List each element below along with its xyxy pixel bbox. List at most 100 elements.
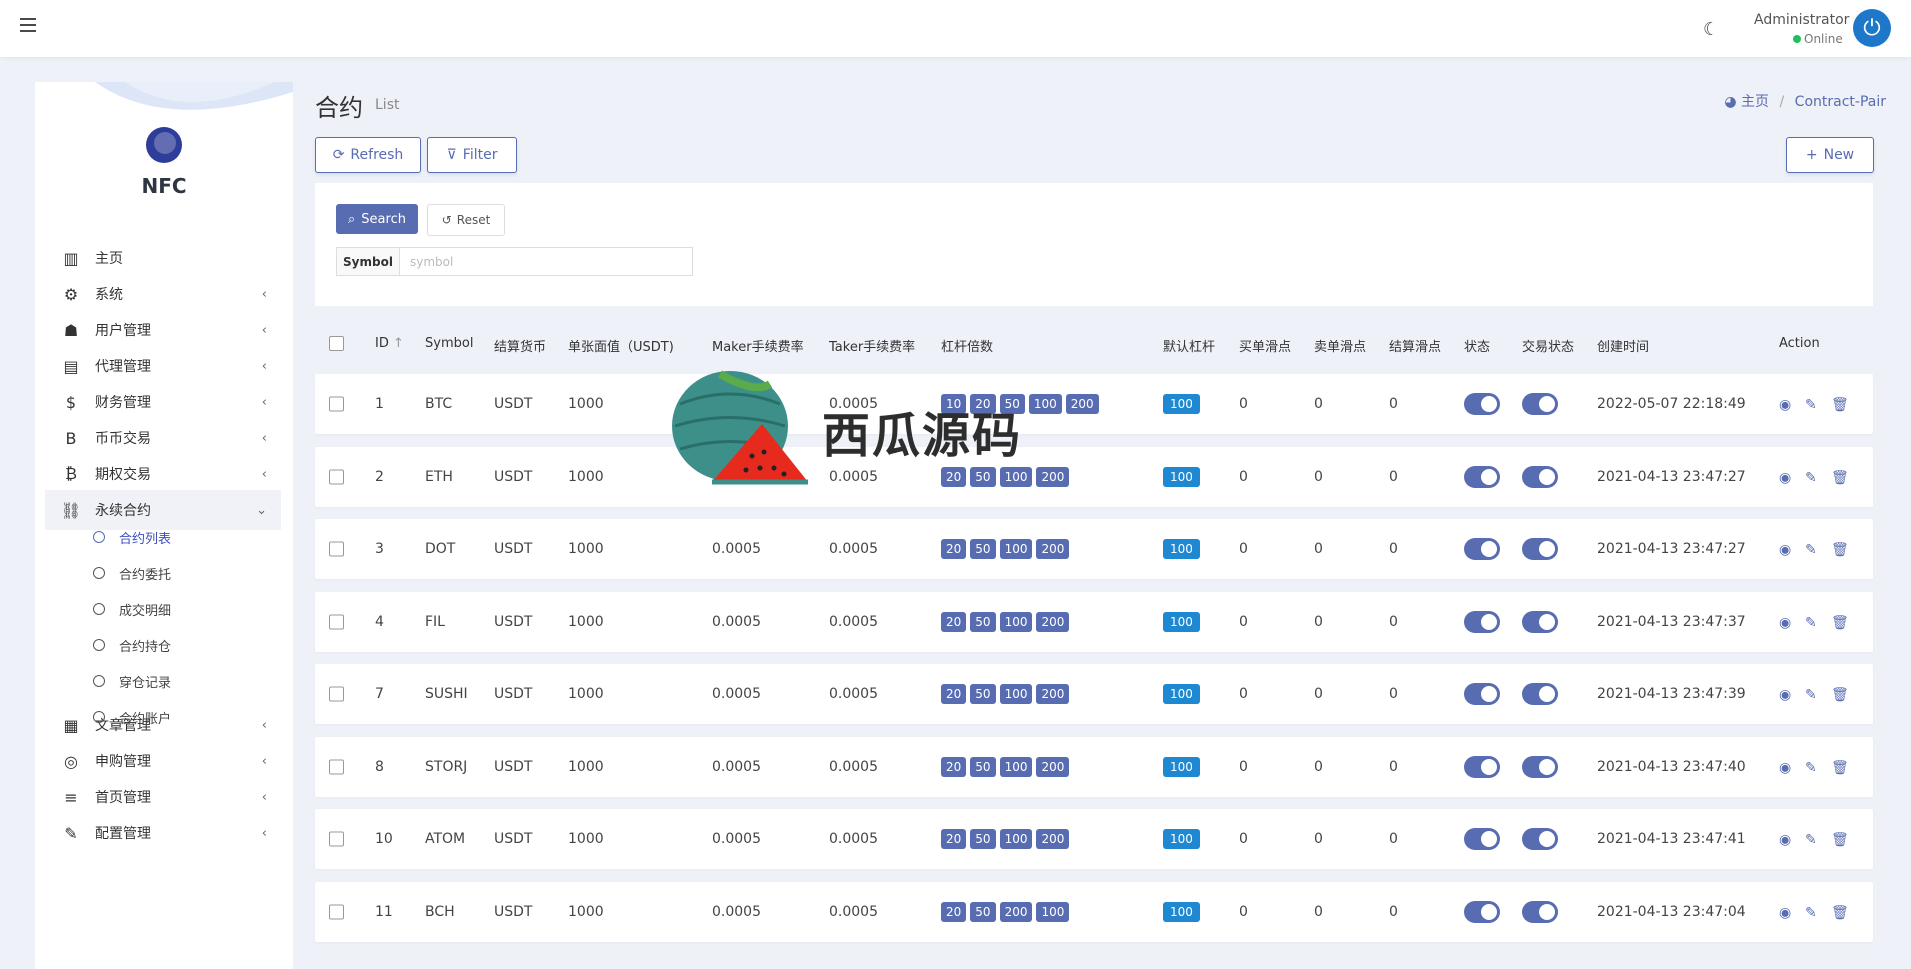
- status-toggle[interactable]: [1464, 900, 1500, 923]
- sidebar-item-10[interactable]: ≡ 首页管理 ‹: [45, 777, 281, 817]
- sidebar-item-4[interactable]: $ 财务管理 ‹: [45, 382, 281, 422]
- table-row: 8 STORJ USDT 1000 0.0005 0.0005 20 50 100 200 100 0…: [315, 736, 1873, 797]
- refresh-button[interactable]: ⟳ Refresh: [315, 137, 421, 173]
- sidebar-item-3[interactable]: ▤ 代理管理 ‹: [45, 346, 281, 386]
- sidebar-subitem-3[interactable]: 合约持仓: [93, 630, 171, 660]
- sidebar-subitem-4[interactable]: 穿仓记录: [93, 666, 171, 696]
- sidebar-item-2[interactable]: ☗ 用户管理 ‹: [45, 310, 281, 350]
- delete-trash-icon[interactable]: 🗑: [1831, 470, 1849, 486]
- row-checkbox[interactable]: [329, 759, 344, 774]
- status-toggle[interactable]: [1464, 393, 1500, 415]
- cell-symbol: SUSHI: [425, 686, 468, 702]
- trade-status-toggle[interactable]: [1522, 755, 1558, 778]
- reset-button[interactable]: ↺ Reset: [427, 204, 505, 236]
- chevron-left-icon: ‹: [261, 322, 267, 338]
- row-checkbox[interactable]: [329, 614, 344, 629]
- leverage-badge: 100: [999, 611, 1033, 632]
- bitcoin-b-icon: B: [65, 428, 77, 448]
- row-checkbox[interactable]: [329, 541, 344, 557]
- sidebar-subitem-1[interactable]: 合约委托: [93, 558, 171, 588]
- trade-status-toggle[interactable]: [1522, 900, 1558, 923]
- sidebar-subitem-2[interactable]: 成交明细: [93, 594, 171, 624]
- cell-face-value: 1000: [568, 831, 604, 847]
- edit-pencil-icon[interactable]: ✎: [1805, 542, 1819, 558]
- cell-sell-slippage: 0: [1314, 396, 1323, 412]
- cell-created: 2021-04-13 23:47:27: [1597, 468, 1746, 485]
- edit-pencil-icon[interactable]: ✎: [1805, 615, 1819, 631]
- sidebar-subitem-0[interactable]: 合约列表: [93, 522, 171, 552]
- delete-trash-icon[interactable]: 🗑: [1831, 760, 1849, 776]
- view-eye-icon[interactable]: ◉: [1779, 760, 1793, 776]
- edit-pencil-icon[interactable]: ✎: [1805, 470, 1819, 486]
- delete-trash-icon[interactable]: 🗑: [1831, 832, 1849, 848]
- sidebar-item-1[interactable]: ⚙ 系统 ‹: [45, 274, 281, 314]
- filter-button[interactable]: ⊽ Filter: [427, 137, 517, 173]
- cell-id: 4: [375, 613, 384, 630]
- sidebar-item-0[interactable]: ▥ 主页: [45, 238, 281, 278]
- trade-status-toggle[interactable]: [1522, 683, 1558, 705]
- view-eye-icon[interactable]: ◉: [1779, 615, 1793, 631]
- new-button[interactable]: + New: [1786, 137, 1874, 173]
- trade-status-toggle[interactable]: [1522, 538, 1558, 560]
- status-toggle[interactable]: [1464, 755, 1500, 778]
- trade-status-toggle[interactable]: [1522, 465, 1558, 488]
- view-eye-icon[interactable]: ◉: [1779, 687, 1793, 703]
- dark-mode-toggle-icon[interactable]: ☾: [1703, 19, 1719, 40]
- sidebar-item-11[interactable]: ✎ 配置管理 ‹: [45, 813, 281, 853]
- delete-trash-icon[interactable]: 🗑: [1831, 905, 1849, 921]
- search-icon: ⌕: [348, 211, 356, 227]
- user-name[interactable]: Administrator: [1754, 12, 1849, 28]
- leverage-badge: 20: [941, 466, 967, 487]
- delete-trash-icon[interactable]: 🗑: [1831, 615, 1849, 631]
- row-checkbox[interactable]: [329, 396, 344, 412]
- row-checkbox[interactable]: [329, 831, 344, 847]
- sidebar-item-5[interactable]: B 币币交易 ‹: [45, 418, 281, 458]
- status-toggle[interactable]: [1464, 465, 1500, 488]
- sort-icon[interactable]: ↑: [393, 336, 404, 351]
- user-status: Online: [1793, 32, 1843, 46]
- default-leverage-badge: 100: [1163, 394, 1200, 414]
- sidebar-item-6[interactable]: ₿ 期权交易 ‹: [45, 454, 281, 494]
- hamburger-menu-icon[interactable]: [20, 18, 36, 32]
- symbol-input[interactable]: [399, 247, 693, 276]
- row-checkbox[interactable]: [329, 469, 344, 484]
- cell-buy-slippage: 0: [1239, 613, 1248, 630]
- leverage-badge: 200: [1036, 611, 1070, 632]
- status-toggle[interactable]: [1464, 538, 1500, 560]
- view-eye-icon[interactable]: ◉: [1779, 832, 1793, 848]
- edit-pencil-icon[interactable]: ✎: [1805, 397, 1819, 413]
- sidebar-item-label: 配置管理: [95, 826, 151, 842]
- edit-pencil-icon[interactable]: ✎: [1805, 760, 1819, 776]
- edit-pencil-icon[interactable]: ✎: [1805, 905, 1819, 921]
- row-checkbox[interactable]: [329, 686, 344, 702]
- status-toggle[interactable]: [1464, 610, 1500, 633]
- sidebar-item-9[interactable]: ◎ 申购管理 ‹: [45, 741, 281, 781]
- status-toggle[interactable]: [1464, 828, 1500, 850]
- col-id[interactable]: ID ↑: [375, 336, 404, 351]
- cell-settle-slippage: 0: [1389, 396, 1398, 412]
- breadcrumb-home[interactable]: 主页: [1741, 94, 1769, 110]
- trade-status-toggle[interactable]: [1522, 610, 1558, 633]
- view-eye-icon[interactable]: ◉: [1779, 542, 1793, 558]
- view-eye-icon[interactable]: ◉: [1779, 470, 1793, 486]
- view-eye-icon[interactable]: ◉: [1779, 905, 1793, 921]
- cell-maker-fee: 0.0005: [712, 903, 761, 920]
- delete-trash-icon[interactable]: 🗑: [1831, 397, 1849, 413]
- delete-trash-icon[interactable]: 🗑: [1831, 542, 1849, 558]
- delete-trash-icon[interactable]: 🗑: [1831, 687, 1849, 703]
- chevron-left-icon: ‹: [261, 430, 267, 446]
- search-button[interactable]: ⌕ Search: [336, 204, 418, 234]
- select-all-checkbox[interactable]: [329, 336, 344, 351]
- sidebar-subitem-5[interactable]: 合约账户: [93, 702, 171, 732]
- avatar[interactable]: ⏻: [1853, 9, 1891, 47]
- row-checkbox[interactable]: [329, 904, 344, 919]
- symbol-field-label: Symbol: [336, 247, 400, 276]
- trade-status-toggle[interactable]: [1522, 393, 1558, 415]
- view-eye-icon[interactable]: ◉: [1779, 397, 1793, 413]
- edit-pencil-icon[interactable]: ✎: [1805, 832, 1819, 848]
- status-toggle[interactable]: [1464, 683, 1500, 705]
- edit-pencil-icon[interactable]: ✎: [1805, 687, 1819, 703]
- trade-status-toggle[interactable]: [1522, 828, 1558, 850]
- sidebar-subitem-label: 合约持仓: [119, 639, 172, 655]
- filter-panel: ⌕ Search ↺ Reset Symbol: [315, 183, 1873, 306]
